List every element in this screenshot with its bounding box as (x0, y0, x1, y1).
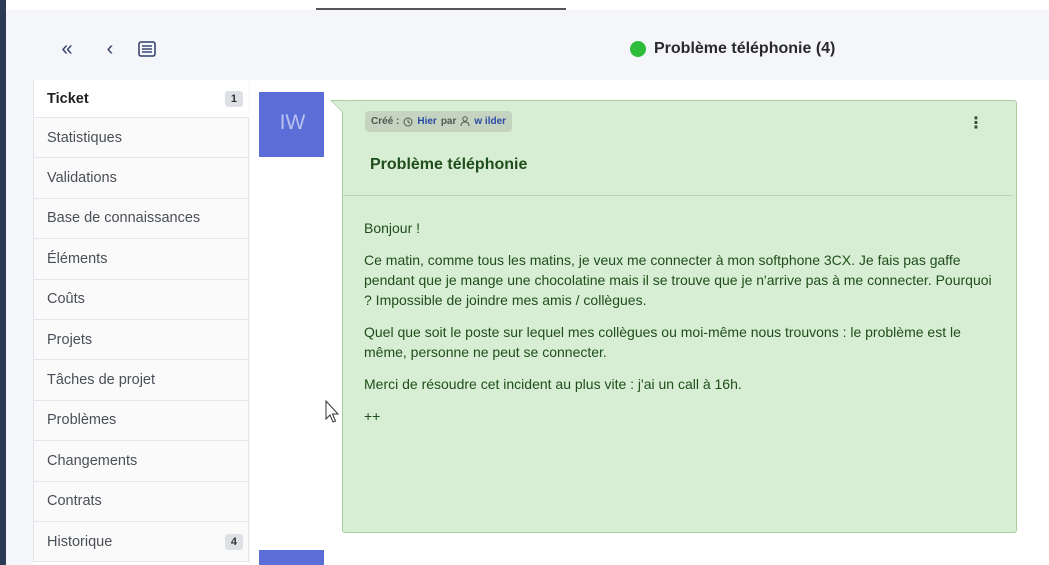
tab-contrats[interactable]: Contrats (33, 481, 249, 522)
tab-ticket[interactable]: Ticket 1 (33, 80, 249, 118)
ticket-header: « ‹ Problème téléphonie (4) (6, 14, 1049, 80)
tab-label: Changements (47, 452, 138, 469)
content-paragraph: Quel que soit le poste sur lequel mes co… (364, 324, 961, 360)
top-strip (6, 0, 1049, 10)
more-actions-icon[interactable]: ⋮ (968, 113, 984, 133)
double-chevron-left-icon[interactable]: « (56, 38, 78, 60)
clock-icon (403, 117, 413, 126)
status-indicator-icon (630, 41, 646, 57)
tab-label: Base de connaissances (47, 210, 201, 227)
bubble-arrow-inner (332, 101, 344, 113)
tab-label: Problèmes (47, 412, 117, 429)
tab-label: Tâches de projet (47, 372, 156, 389)
created-date-link[interactable]: Hier (417, 116, 436, 127)
tab-statistiques[interactable]: Statistiques (33, 118, 249, 159)
ticket-content: Bonjour ! Ce matin, comme tous les matin… (364, 218, 994, 438)
tab-badge: 4 (224, 533, 243, 550)
tab-label: Coûts (47, 291, 85, 308)
page-title: Problème téléphonie (4) (654, 40, 836, 57)
ticket-title: Problème téléphonie (370, 156, 528, 173)
next-author-avatar[interactable] (259, 550, 324, 565)
tab-badge: 1 (224, 90, 243, 107)
tab-label: Validations (47, 170, 117, 187)
tab-projets[interactable]: Projets (33, 319, 249, 361)
top-divider (316, 8, 566, 10)
tab-label: Ticket (47, 90, 89, 107)
tab-elements[interactable]: Éléments (33, 239, 249, 280)
content-paragraph: ++ (364, 408, 381, 424)
tab-couts[interactable]: Coûts (33, 279, 249, 320)
list-icon[interactable] (136, 38, 158, 60)
chevron-left-icon[interactable]: ‹ (99, 38, 121, 60)
created-label: Créé : (371, 116, 400, 127)
tab-label: Contrats (47, 493, 102, 510)
tab-label: Statistiques (47, 129, 122, 146)
card-divider (343, 195, 1012, 196)
tab-validations[interactable]: Validations (33, 158, 249, 199)
ticket-meta-badge: Créé : Hier par w ilder (365, 111, 513, 132)
ticket-tabs: Ticket 1 Statistiques Validations Base d… (33, 80, 249, 565)
page-title-wrap: Problème téléphonie (4) (630, 38, 835, 60)
author-avatar[interactable]: IW (259, 92, 324, 157)
tab-label: Historique (47, 533, 113, 550)
mouse-cursor-icon (325, 400, 339, 423)
tab-base-de-connaissances[interactable]: Base de connaissances (33, 198, 249, 240)
content-paragraph: Bonjour ! (364, 220, 421, 236)
content-paragraph: Ce matin, comme tous les matins, je veux… (364, 252, 992, 308)
app-left-edge (0, 0, 6, 565)
tab-label: Éléments (47, 250, 108, 267)
ticket-description-card: Créé : Hier par w ilder ⋮ Problème télép… (342, 100, 1017, 533)
by-label: par (440, 116, 457, 127)
tab-label: Projets (47, 331, 93, 348)
user-icon (460, 116, 470, 127)
tab-taches-de-projet[interactable]: Tâches de projet (33, 360, 249, 401)
tab-problemes[interactable]: Problèmes (33, 400, 249, 442)
content-paragraph: Merci de résoudre cet incident au plus v… (364, 376, 742, 392)
list-icon-svg (138, 41, 156, 57)
tab-changements[interactable]: Changements (33, 441, 249, 482)
tab-historique[interactable]: Historique 4 (33, 521, 249, 563)
author-link[interactable]: w ilder (474, 116, 506, 127)
